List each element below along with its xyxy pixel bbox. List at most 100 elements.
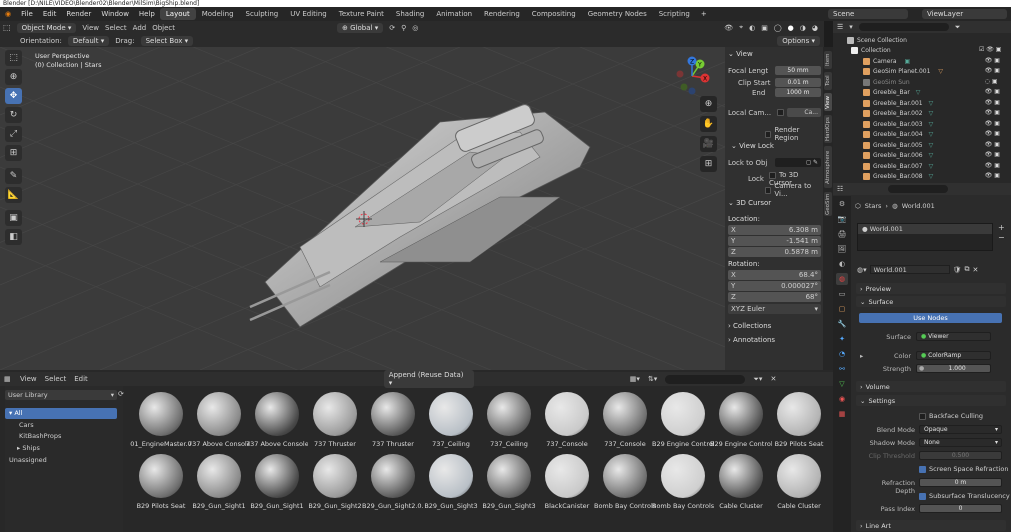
import-mode-dropdown[interactable]: Append (Reuse Data) ▾ [383,370,474,388]
menu-view[interactable]: View [82,24,99,32]
asset-tile[interactable]: B29 Engine Controls [710,392,772,448]
camera-view-icon[interactable]: 🎥 [700,136,717,152]
line-art-section-header[interactable]: › Line Art [856,520,1006,531]
shading-solid-icon[interactable]: ● [788,24,794,32]
tab-tool[interactable]: Tool [824,72,832,90]
asset-tile[interactable]: B29 Pilots Seat [130,454,192,510]
transform-tool-icon[interactable]: ⊞ [5,145,22,161]
3d-cursor-section-header[interactable]: ⌄ 3D Cursor [728,199,821,207]
filter-icon[interactable]: ⏷ [955,23,961,32]
expand-icon[interactable]: ▸ [860,352,863,360]
tab-hardops[interactable]: HardOps [824,115,832,143]
add-workspace-icon[interactable]: + [696,10,712,18]
cursor-loc-x-field[interactable]: X 6.308 m [728,225,821,235]
world-slot-item[interactable]: ● World.001 [858,224,992,234]
snap-icon[interactable]: ⚲ [401,24,406,32]
orientation-selector[interactable]: Default ▾ [67,35,110,46]
scale-tool-icon[interactable]: ⤢ [5,126,22,142]
asset-tile[interactable]: B29_Gun_Sight2 [304,454,366,510]
visibility-icon[interactable]: 👁 [724,24,733,32]
local-camera-checkbox[interactable] [777,108,784,116]
asset-tile[interactable]: 737_Console [536,392,598,448]
tab-sculpting[interactable]: Sculpting [240,8,285,20]
add-cube-tool-icon[interactable]: ▣ [5,210,22,226]
scene-selector[interactable]: Scene [828,9,908,19]
view-lock-header[interactable]: ⌄ View Lock [731,142,824,150]
visibility-toggle[interactable]: 👁 ▣ [979,66,1009,77]
editor-type-icon[interactable]: ⬚ [3,23,11,32]
asset-tile[interactable]: B29_Gun_Sight3 [420,454,482,510]
output-tab-icon[interactable]: 🖨 [836,228,848,240]
remove-slot-icon[interactable]: − [998,233,1005,243]
asset-tile[interactable]: B29_Gun_Sight2.0... [362,454,424,510]
visibility-toggle[interactable]: 👁 ▣ [979,129,1009,140]
asset-tile[interactable]: Cable Cluster [710,454,772,510]
collections-section-header[interactable]: › Collections [728,322,821,330]
menu-select[interactable]: Select [45,375,67,383]
data-tab-icon[interactable]: ▽ [836,378,848,390]
move-tool-icon[interactable]: ✥ [5,88,22,104]
tab-shading[interactable]: Shading [390,8,430,20]
menu-view[interactable]: View [20,375,37,383]
transform-orientation-selector[interactable]: ⊕ Global ▾ [337,22,384,33]
render-region-checkbox[interactable] [765,130,772,138]
tab-geosim[interactable]: GeoSim [824,192,832,216]
visibility-toggle[interactable]: 👁 ▣ [979,150,1009,161]
catalog-unassigned[interactable]: Unassigned [5,455,117,466]
clip-start-field[interactable]: 0.01 m [775,78,821,87]
hops-tool-icon[interactable]: ◧ [5,229,22,245]
menu-object[interactable]: Object [152,24,175,32]
pass-index-field[interactable]: 0 [919,504,1002,513]
visibility-toggle[interactable]: 👁 ▣ [979,140,1009,151]
world-name-field[interactable]: World.001 [869,265,950,274]
ssr-option[interactable]: Screen Space Refraction [919,465,1008,473]
asset-tile[interactable]: B29 Engine Controls [652,392,714,448]
volume-section-header[interactable]: › Volume [856,381,1006,392]
close-icon[interactable]: ✕ [770,375,776,383]
menu-window[interactable]: Window [96,10,134,18]
tab-scripting[interactable]: Scripting [653,8,696,20]
material-tab-icon[interactable]: ◉ [836,393,848,405]
catalog-cars[interactable]: Cars [5,420,117,431]
visibility-toggle[interactable]: 👁 ▣ [979,119,1009,130]
particles-tab-icon[interactable]: ✦ [836,333,848,345]
cursor-loc-y-field[interactable]: Y -1.541 m [728,236,821,246]
outliner-search-input[interactable] [858,23,949,31]
asset-search-input[interactable] [665,374,746,384]
mode-selector[interactable]: Object Mode ▾ [16,22,77,33]
tab-texture-paint[interactable]: Texture Paint [333,8,390,20]
pan-hand-icon[interactable]: ✋ [700,116,717,132]
xray-icon[interactable]: ▣ [761,24,768,32]
library-selector[interactable]: User Library ▾ [5,390,117,400]
cursor-tool-icon[interactable]: ⊕ [5,69,22,85]
duplicate-icon[interactable]: ⧉ [965,265,970,274]
render-region-row[interactable]: Render Region [765,126,820,142]
blender-logo-icon[interactable]: ◉ [0,10,16,18]
menu-file[interactable]: File [16,10,38,18]
tool-tab-icon[interactable]: ⚙ [836,198,848,210]
tab-layout[interactable]: Layout [159,8,196,20]
asset-tile[interactable]: BlackCanister [536,454,598,510]
world-tab-icon[interactable]: ◍ [836,273,848,285]
catalog-kitbashprops[interactable]: KitBashProps [5,431,117,442]
ssr-checkbox[interactable] [919,465,926,473]
asset-tile[interactable]: 737_Ceiling [420,392,482,448]
asset-tile[interactable]: Bomb Bay Controls [652,454,714,510]
drag-selector[interactable]: Select Box ▾ [140,35,194,46]
visibility-toggle[interactable]: 👁 ▣ [979,161,1009,172]
visibility-toggle[interactable]: 👁 ▣ [979,108,1009,119]
menu-render[interactable]: Render [61,10,96,18]
refraction-depth-field[interactable]: 0 m [919,478,1002,487]
tab-compositing[interactable]: Compositing [526,8,582,20]
tab-geometry-nodes[interactable]: Geometry Nodes [582,8,653,20]
subsurface-translucency-option[interactable]: Subsurface Translucency [919,492,1010,500]
visibility-toggle[interactable]: 👁 ▣ [979,87,1009,98]
shading-material-icon[interactable]: ◑ [800,24,806,32]
blend-mode-dropdown[interactable]: Opaque ▾ [919,425,1002,434]
tab-item[interactable]: Item [824,51,832,69]
fake-user-icon[interactable]: 🛡 [953,266,962,274]
overlays-icon[interactable]: ◐ [749,24,755,32]
ortho-grid-icon[interactable]: ⊞ [700,156,717,172]
constraints-tab-icon[interactable]: ⚯ [836,363,848,375]
refresh-icon[interactable]: ⟳ [118,390,124,398]
